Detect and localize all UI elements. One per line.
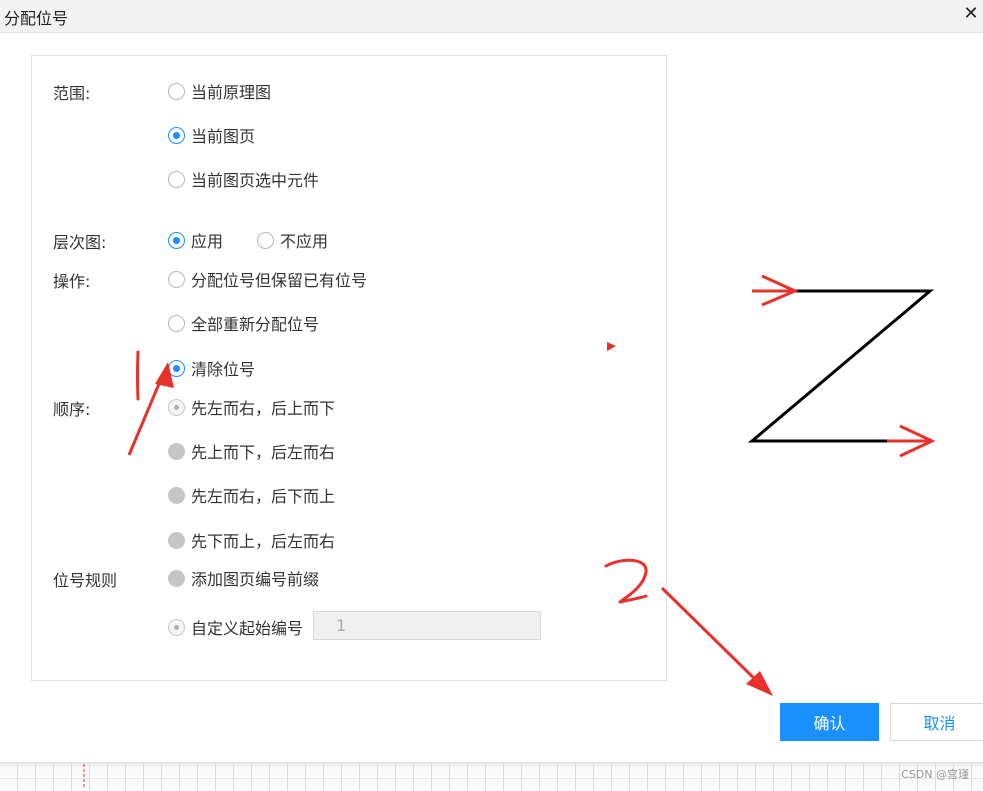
annotation-overlay	[127, 274, 936, 696]
z-order-diagram	[747, 274, 936, 458]
annotation-arrow-two	[660, 586, 773, 696]
red-triangle-icon	[607, 342, 616, 351]
annotation-digit-two	[604, 558, 648, 604]
annotation-arrow-one	[127, 362, 174, 456]
annotation-digit-one	[136, 350, 140, 401]
